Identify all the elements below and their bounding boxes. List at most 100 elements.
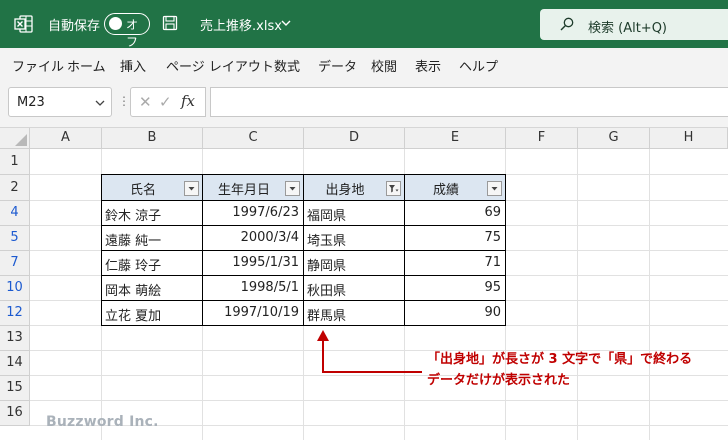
row-header-filtered[interactable]: 4	[0, 201, 30, 226]
cancel-icon[interactable]: ✕	[139, 93, 152, 111]
cell-value: 遠藤 純一	[105, 234, 162, 249]
header-cell-score[interactable]: 成績	[404, 174, 506, 201]
header-cell-name[interactable]: 氏名	[101, 174, 203, 201]
cell-value: 岡本 萌絵	[105, 284, 162, 299]
cell-value: 1995/1/31	[232, 255, 299, 270]
enter-icon[interactable]: ✓	[159, 93, 172, 111]
save-icon[interactable]	[162, 15, 178, 31]
column-header-f[interactable]: F	[506, 128, 578, 149]
row-header-filtered[interactable]: 7	[0, 251, 30, 276]
row-header[interactable]: 16	[0, 401, 30, 426]
annotation-arrow-icon	[317, 330, 422, 373]
header-label: 生年月日	[217, 183, 270, 198]
menu-help[interactable]: ヘルプ	[459, 56, 498, 75]
column-header-g[interactable]: G	[578, 128, 650, 149]
menu-view[interactable]: 表示	[415, 56, 441, 75]
header-cell-birthplace[interactable]: 出身地	[303, 174, 405, 201]
name-box[interactable]: M23	[8, 87, 112, 117]
table-cell[interactable]: 静岡県	[303, 250, 405, 276]
row-header[interactable]: 14	[0, 351, 30, 376]
filter-dropdown-button[interactable]	[184, 181, 199, 196]
search-box[interactable]: 検索 (Alt+Q)	[540, 9, 728, 40]
column-header-h[interactable]: H	[650, 128, 728, 149]
table-cell[interactable]: 75	[404, 225, 506, 251]
row-header-filtered[interactable]: 10	[0, 276, 30, 301]
file-name[interactable]: 売上推移.xlsx	[200, 15, 282, 34]
table-cell[interactable]: 1997/10/19	[202, 300, 304, 326]
cell-value: 1998/5/1	[240, 280, 299, 295]
table-cell[interactable]: 福岡県	[303, 200, 405, 226]
gridline	[577, 149, 578, 440]
cell-value: 69	[484, 205, 501, 220]
column-header-d[interactable]: D	[304, 128, 405, 149]
table-cell[interactable]: 岡本 萌絵	[101, 275, 203, 301]
select-all-triangle-icon	[15, 134, 27, 146]
filter-funnel-icon	[389, 185, 399, 193]
table-cell[interactable]: 立花 夏加	[101, 300, 203, 326]
row-header-filtered[interactable]: 12	[0, 301, 30, 326]
header-label: 出身地	[325, 183, 365, 198]
row-header[interactable]: 15	[0, 376, 30, 401]
filter-dropdown-button[interactable]	[285, 181, 300, 196]
cell-value: 埼玉県	[307, 234, 347, 249]
column-header-a[interactable]: A	[30, 128, 102, 149]
table-cell[interactable]: 秋田県	[303, 275, 405, 301]
table-cell[interactable]: 69	[404, 200, 506, 226]
table-cell[interactable]: 1998/5/1	[202, 275, 304, 301]
cell-value: 静岡県	[307, 259, 347, 274]
dropdown-arrow-icon	[289, 187, 296, 191]
cell-value: 群馬県	[307, 309, 347, 324]
table-cell[interactable]: 群馬県	[303, 300, 405, 326]
autosave-label: 自動保存	[48, 19, 101, 34]
menu-formulas[interactable]: 数式	[274, 56, 300, 75]
autosave-toggle[interactable]: オフ	[104, 13, 150, 49]
watermark: Buzzword Inc.	[46, 414, 159, 430]
table-cell[interactable]: 2000/3/4	[202, 225, 304, 251]
row-header[interactable]: 2	[0, 175, 30, 201]
search-icon	[560, 17, 574, 31]
header-cell-birthdate[interactable]: 生年月日	[202, 174, 304, 201]
header-label: 氏名	[129, 183, 156, 198]
row-header-filtered[interactable]: 5	[0, 226, 30, 251]
menu-file[interactable]: ファイル	[12, 56, 64, 75]
formula-actions: ✕ ✓ fx	[130, 87, 206, 117]
column-header-b[interactable]: B	[102, 128, 203, 149]
table-cell[interactable]: 71	[404, 250, 506, 276]
cell-value: 95	[484, 280, 501, 295]
search-placeholder: 検索 (Alt+Q)	[588, 21, 668, 36]
menu-insert[interactable]: 挿入	[120, 56, 146, 75]
select-all-corner[interactable]	[0, 128, 30, 149]
cell-value: 1997/6/23	[232, 205, 299, 220]
menu-home[interactable]: ホーム	[67, 56, 106, 75]
gridline	[30, 400, 728, 401]
column-header-c[interactable]: C	[203, 128, 304, 149]
row-header[interactable]: 13	[0, 326, 30, 351]
menu-page-layout[interactable]: ページ レイアウト	[166, 56, 274, 75]
cell-value: 71	[484, 255, 501, 270]
chevron-down-icon[interactable]	[280, 17, 292, 29]
row-header[interactable]: 1	[0, 149, 30, 175]
table-cell[interactable]: 埼玉県	[303, 225, 405, 251]
chevron-down-icon[interactable]	[95, 98, 105, 108]
table-cell[interactable]: 遠藤 純一	[101, 225, 203, 251]
insert-function-icon[interactable]: fx	[181, 92, 195, 110]
cell-value: 1997/10/19	[224, 305, 299, 320]
table-cell[interactable]: 仁藤 玲子	[101, 250, 203, 276]
column-header-e[interactable]: E	[405, 128, 506, 149]
filter-active-button[interactable]	[386, 181, 401, 196]
more-dots-icon[interactable]: ⋮	[118, 94, 130, 108]
toggle-knob	[109, 17, 122, 30]
table-cell[interactable]: 鈴木 涼子	[101, 200, 203, 226]
cell-value: 90	[484, 305, 501, 320]
table-cell[interactable]: 1995/1/31	[202, 250, 304, 276]
cell-value: 福岡県	[307, 209, 347, 224]
formula-input[interactable]	[210, 87, 728, 117]
table-cell[interactable]: 95	[404, 275, 506, 301]
table-cell[interactable]: 90	[404, 300, 506, 326]
menu-review[interactable]: 校閲	[371, 56, 397, 75]
cell-value: 2000/3/4	[240, 230, 299, 245]
table-cell[interactable]: 1997/6/23	[202, 200, 304, 226]
spreadsheet-grid[interactable]: A B C D E F G H 1 2 4 5 7 10 12 13 14 15…	[0, 128, 728, 440]
filter-dropdown-button[interactable]	[487, 181, 502, 196]
menu-data[interactable]: データ	[318, 56, 357, 75]
